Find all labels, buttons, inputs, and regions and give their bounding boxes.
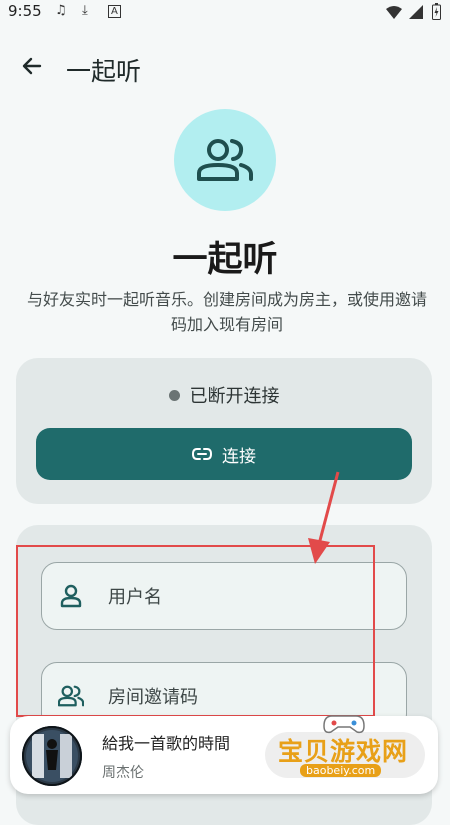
hero-title: 一起听 bbox=[172, 240, 278, 280]
connection-card: 已断开连接 连接 bbox=[16, 358, 432, 504]
status-dot bbox=[168, 389, 180, 401]
text-a-icon: A bbox=[108, 5, 121, 18]
hero-avatar bbox=[174, 109, 276, 211]
music-note-icon: ♫ bbox=[55, 3, 67, 18]
link-icon bbox=[192, 448, 212, 460]
annotation-highlight-box bbox=[16, 545, 375, 717]
connection-status-text: 已断开连接 bbox=[189, 386, 280, 407]
signal-icon bbox=[409, 5, 423, 19]
back-button[interactable] bbox=[16, 50, 48, 82]
annotation-arrow-icon bbox=[308, 471, 340, 564]
wifi-icon bbox=[386, 6, 402, 19]
hero-description: 与好友实时一起听音乐。创建房间成为房主，或使用邀请码加入现有房间 bbox=[26, 290, 427, 334]
connect-button-label: 连接 bbox=[222, 446, 256, 467]
album-art bbox=[22, 726, 82, 786]
status-bar: 9:55 ♫ ⤓ A bbox=[0, 0, 450, 26]
arrow-left-icon bbox=[22, 57, 42, 75]
watermark-url: baobeiy.com bbox=[300, 764, 382, 777]
connection-status: 已断开连接 bbox=[16, 382, 432, 408]
status-time: 9:55 bbox=[8, 2, 42, 20]
app-bar: 一起听 bbox=[0, 40, 450, 96]
song-title: 給我一首歌的時間 bbox=[102, 734, 231, 753]
group-icon bbox=[197, 139, 253, 181]
battery-icon bbox=[432, 3, 441, 20]
song-artist: 周杰伦 bbox=[102, 765, 144, 781]
connect-button[interactable]: 连接 bbox=[36, 428, 412, 480]
download-icon: ⤓ bbox=[82, 3, 88, 18]
watermark: 宝贝游戏网 baobeiy.com bbox=[270, 712, 440, 782]
album-cover-icon bbox=[22, 726, 82, 786]
app-title: 一起听 bbox=[66, 57, 142, 86]
watermark-text: 宝贝游戏网 bbox=[278, 737, 409, 766]
